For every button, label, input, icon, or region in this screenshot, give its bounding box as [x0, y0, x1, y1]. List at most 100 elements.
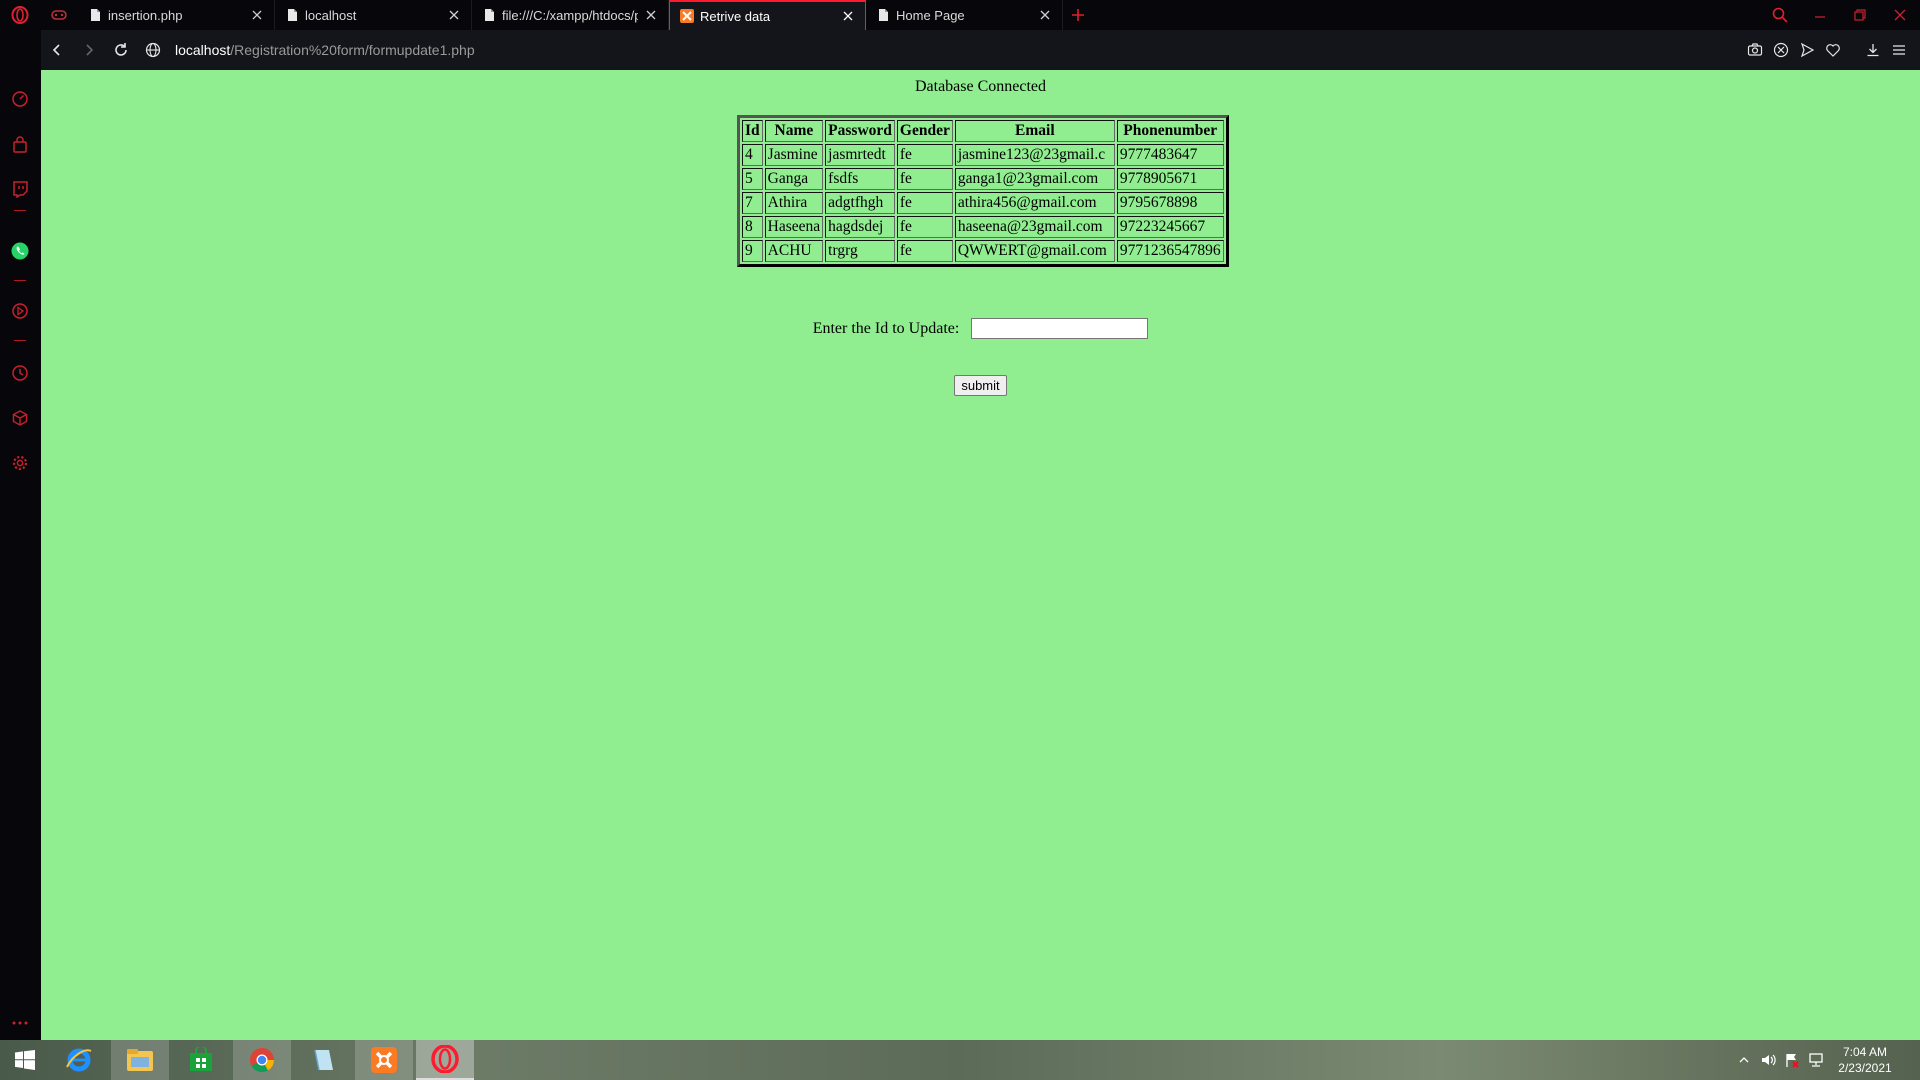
- gamepad-icon: [51, 10, 67, 20]
- table-cell: Ganga: [764, 168, 824, 190]
- table-cell: jasmrtedt: [825, 144, 895, 166]
- update-id-input[interactable]: [971, 318, 1149, 339]
- minimize-button[interactable]: [1800, 0, 1840, 30]
- whatsapp-icon: [11, 242, 29, 260]
- reload-button[interactable]: [105, 30, 137, 70]
- close-icon[interactable]: [1038, 8, 1052, 22]
- player-button[interactable]: [9, 300, 31, 322]
- submit-button[interactable]: submit: [954, 375, 1007, 396]
- taskbar-chrome[interactable]: [233, 1040, 291, 1080]
- taskbar-xampp[interactable]: [355, 1040, 413, 1080]
- twitch-icon: [13, 181, 28, 198]
- document-icon: [879, 9, 888, 21]
- column-header: Gender: [896, 120, 953, 142]
- tab-retrive-data[interactable]: Retrive data: [669, 0, 866, 30]
- tab-localhost[interactable]: localhost: [275, 0, 472, 30]
- table-cell: QWWERT@gmail.com: [954, 240, 1115, 262]
- tab-title: insertion.php: [108, 7, 183, 23]
- forward-button[interactable]: [73, 30, 105, 70]
- chevron-up-icon: [1739, 1057, 1749, 1063]
- show-hidden-icons-button[interactable]: [1732, 1040, 1756, 1080]
- table-row: 7 Athira adgtfhgh fe athira456@gmail.com…: [742, 192, 1224, 214]
- taskbar-internet-explorer[interactable]: [50, 1040, 108, 1080]
- minimize-icon: [1815, 16, 1825, 18]
- tab-file[interactable]: file:///C:/xampp/htdocs/pr: [472, 0, 669, 30]
- column-header: Phonenumber: [1116, 120, 1224, 142]
- tab-title: Home Page: [896, 7, 965, 23]
- adblock-button[interactable]: [1768, 30, 1794, 70]
- easy-setup-button[interactable]: [1886, 30, 1912, 70]
- table-cell: haseena@23gmail.com: [954, 216, 1115, 238]
- table-cell: 9795678898: [1116, 192, 1224, 214]
- workspaces-button[interactable]: [40, 0, 78, 30]
- settings-button[interactable]: [9, 452, 31, 474]
- search-icon: [1772, 7, 1788, 23]
- close-icon[interactable]: [644, 8, 658, 22]
- opera-menu-button[interactable]: [0, 0, 40, 30]
- system-tray: 7:04 AM 2/23/2021: [1732, 1040, 1920, 1080]
- gear-icon: [12, 455, 28, 471]
- flag-icon: [1786, 1054, 1799, 1068]
- table-cell: 9: [742, 240, 763, 262]
- address-tools: [1742, 30, 1920, 70]
- table-cell: 9771236547896: [1116, 240, 1224, 262]
- table-cell: Jasmine: [764, 144, 824, 166]
- address-bar: localhost/Registration%20form/formupdate…: [41, 30, 1920, 70]
- play-circle-icon: [12, 303, 28, 319]
- taskbar-store[interactable]: [172, 1040, 230, 1080]
- close-window-button[interactable]: [1880, 0, 1920, 30]
- taskbar-file-explorer[interactable]: [111, 1040, 169, 1080]
- document-icon: [288, 9, 297, 21]
- clock-icon: [12, 365, 28, 381]
- new-tab-button[interactable]: [1063, 0, 1093, 30]
- network-button[interactable]: [1804, 1040, 1828, 1080]
- camera-icon: [1747, 43, 1763, 56]
- taskbar-clock[interactable]: 7:04 AM 2/23/2021: [1828, 1044, 1902, 1076]
- taskbar: 7:04 AM 2/23/2021: [0, 1040, 1920, 1080]
- xampp-icon: [680, 9, 694, 23]
- taskbar-notepad[interactable]: [294, 1040, 352, 1080]
- downloads-button[interactable]: [1860, 30, 1886, 70]
- tab-title: localhost: [305, 7, 357, 23]
- back-button[interactable]: [41, 30, 73, 70]
- whatsapp-button[interactable]: [9, 240, 31, 262]
- restore-button[interactable]: [1840, 0, 1880, 30]
- menu-icon: [1893, 45, 1905, 55]
- chrome-icon: [250, 1048, 274, 1073]
- bookmark-button[interactable]: [1820, 30, 1846, 70]
- clock-time: 7:04 AM: [1842, 1045, 1888, 1059]
- table-cell: fe: [896, 216, 953, 238]
- shopping-bag-icon: [13, 136, 27, 153]
- table-cell: 97223245667: [1116, 216, 1224, 238]
- extensions-button[interactable]: [9, 407, 31, 429]
- send-button[interactable]: [1794, 30, 1820, 70]
- shopping-button[interactable]: [9, 134, 31, 156]
- table-cell: fe: [896, 144, 953, 166]
- table-cell: fe: [896, 168, 953, 190]
- url-field[interactable]: localhost/Registration%20form/formupdate…: [145, 30, 475, 70]
- table-row: 8 Haseena hagdsdej fe haseena@23gmail.co…: [742, 216, 1224, 238]
- snapshot-button[interactable]: [1742, 30, 1768, 70]
- action-center-flag-button[interactable]: [1780, 1040, 1804, 1080]
- volume-button[interactable]: [1756, 1040, 1780, 1080]
- close-icon[interactable]: [841, 9, 855, 23]
- close-icon[interactable]: [447, 8, 461, 22]
- download-icon: [1867, 44, 1879, 57]
- tab-home-page[interactable]: Home Page: [866, 0, 1063, 30]
- sidebar-more-button[interactable]: [9, 1012, 31, 1034]
- opera-icon: [431, 1045, 459, 1073]
- close-icon[interactable]: [250, 8, 264, 22]
- speed-dial-button[interactable]: [9, 88, 31, 110]
- start-button[interactable]: [0, 1040, 50, 1080]
- tab-insertion[interactable]: insertion.php: [78, 0, 275, 30]
- taskbar-opera[interactable]: [416, 1040, 474, 1080]
- twitch-button[interactable]: [9, 178, 31, 200]
- table-cell: hagdsdej: [825, 216, 895, 238]
- url-host: localhost: [175, 42, 231, 58]
- history-button[interactable]: [9, 362, 31, 384]
- table-cell: 5: [742, 168, 763, 190]
- document-icon: [485, 9, 494, 21]
- records-table: Id Name Password Gender Email Phonenumbe…: [737, 115, 1229, 267]
- web-page: Database Connected Id Name Password Gend…: [41, 70, 1920, 1040]
- search-tabs-button[interactable]: [1760, 0, 1800, 30]
